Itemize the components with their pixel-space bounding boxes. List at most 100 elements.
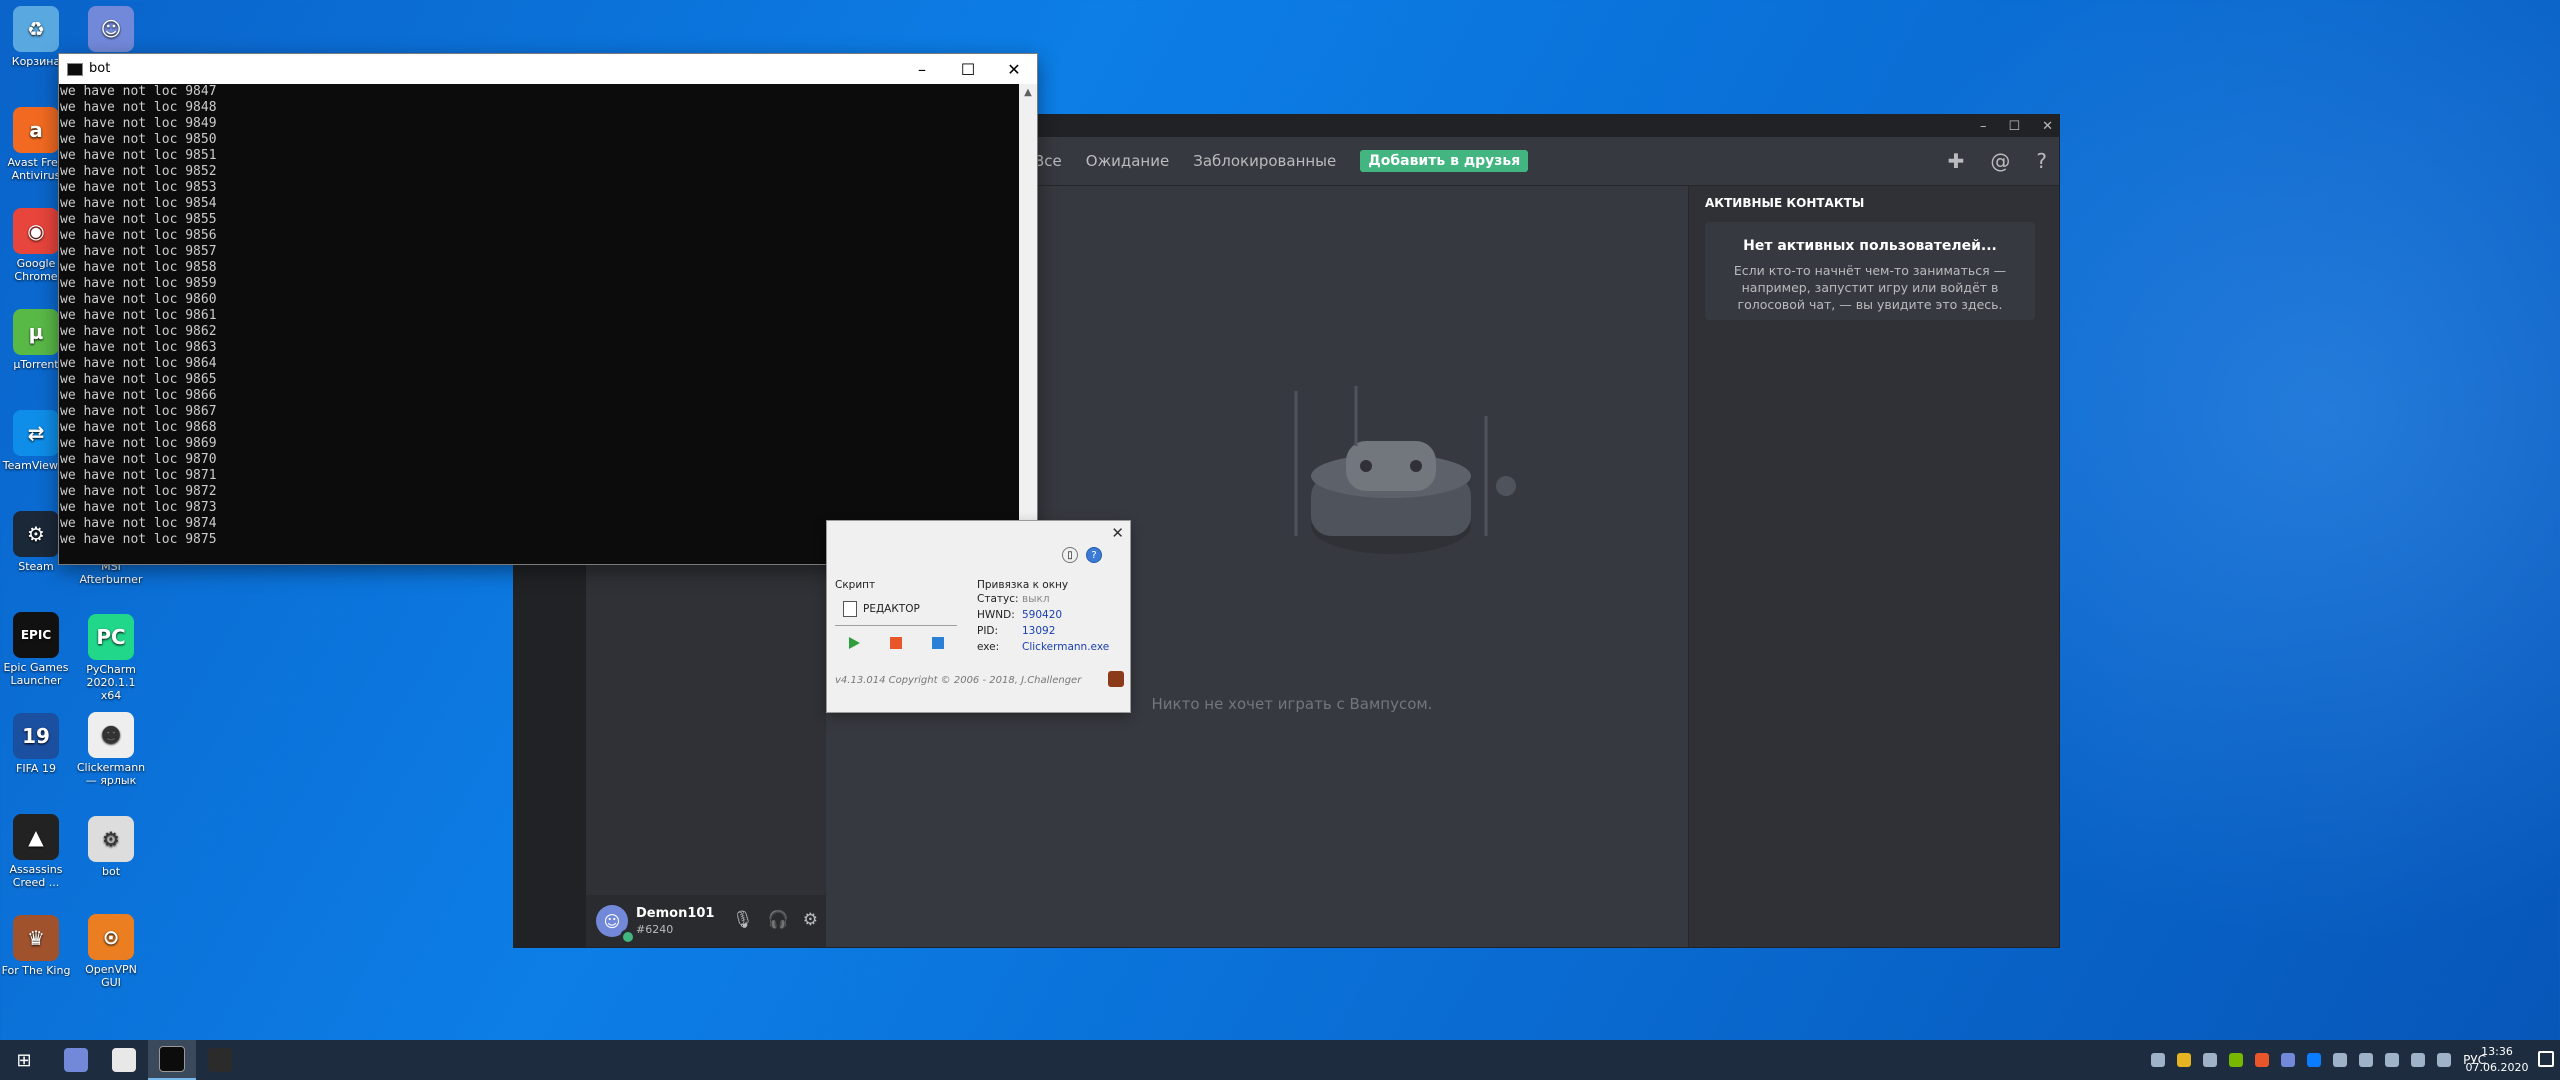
clock[interactable]: 13:36 07.06.2020 xyxy=(2462,1044,2532,1076)
network-icon[interactable] xyxy=(2359,1053,2374,1067)
app-icon: ⚙ xyxy=(13,511,59,557)
desktop-icon-label: Clickermann — ярлык xyxy=(76,761,146,787)
help-icon[interactable]: ? xyxy=(1086,547,1102,563)
windows-start-icon[interactable]: ⊞ xyxy=(0,1040,48,1080)
desktop-icon[interactable]: 19 FIFA 19 xyxy=(1,713,71,775)
console-line: we have not loc 9873 xyxy=(60,500,217,515)
discord-tray-icon[interactable] xyxy=(2281,1053,2296,1067)
nvidia-icon[interactable] xyxy=(2229,1053,2244,1067)
desktop-icon-label: Assassins Creed ... xyxy=(9,863,63,889)
editor-button[interactable]: РЕДАКТОР xyxy=(835,601,965,617)
taskbar-app-console[interactable] xyxy=(148,1040,196,1080)
system-tray: РУС xyxy=(2151,1040,2486,1080)
bluetooth-icon[interactable] xyxy=(2307,1053,2322,1067)
taskbar-app-clickermann[interactable] xyxy=(100,1040,148,1080)
mentions-icon[interactable]: @ xyxy=(1990,149,2010,173)
tray-icon-3[interactable] xyxy=(2203,1053,2218,1067)
microphone-icon[interactable] xyxy=(2411,1053,2426,1067)
active-contacts-panel: АКТИВНЫЕ КОНТАКТЫ Нет активных пользоват… xyxy=(1688,186,2059,947)
close-icon[interactable]: ✕ xyxy=(1111,524,1124,542)
active-contacts-title: АКТИВНЫЕ КОНТАКТЫ xyxy=(1705,196,1865,210)
help-icon[interactable]: ? xyxy=(2036,149,2047,173)
notifications-icon[interactable] xyxy=(2538,1051,2554,1067)
desktop-icon-label: Epic Games Launcher xyxy=(3,661,69,687)
console-line: we have not loc 9864 xyxy=(60,356,217,371)
console-output[interactable]: we have not loc 9847 we have not loc 9848… xyxy=(59,84,1019,564)
bot-icon[interactable] xyxy=(1108,671,1124,687)
minimize-icon[interactable]: – xyxy=(899,54,945,84)
console-line: we have not loc 9871 xyxy=(60,468,217,483)
app-icon: ⊙ xyxy=(88,914,134,960)
tray-icon-1[interactable] xyxy=(2151,1053,2166,1067)
desktop-icon[interactable]: ⚙ bot xyxy=(76,816,146,878)
add-friend-button[interactable]: Добавить в друзья xyxy=(1360,150,1529,172)
console-line: we have not loc 9850 xyxy=(60,132,217,147)
console-line: we have not loc 9862 xyxy=(60,324,217,339)
version-footer: v4.13.014 Copyright © 2006 - 2018, J.Cha… xyxy=(835,675,1082,686)
desktop-icon-label: FIFA 19 xyxy=(16,762,56,775)
new-group-dm-icon[interactable]: ✚ xyxy=(1948,149,1965,173)
minimize-icon[interactable]: – xyxy=(1980,119,1987,134)
tray-icon-5[interactable] xyxy=(2255,1053,2270,1067)
desktop-icon[interactable]: ♛ For The King xyxy=(1,915,71,977)
keyboard-icon[interactable] xyxy=(2437,1053,2452,1067)
desktop-icon[interactable]: PC PyCharm 2020.1.1 x64 xyxy=(76,614,146,702)
record-icon[interactable] xyxy=(889,636,903,650)
desktop-icon-label: PyCharm 2020.1.1 x64 xyxy=(86,663,136,702)
play-icon[interactable] xyxy=(847,636,861,650)
desktop-icon-label: OpenVPN GUI xyxy=(85,963,137,989)
console-line: we have not loc 9870 xyxy=(60,452,217,467)
clickermann-window: ✕ ▯ ? Скрипт РЕДАКТОР Привязка к окну Ст… xyxy=(827,521,1130,712)
page-icon xyxy=(843,601,857,617)
tray-icon-8[interactable] xyxy=(2333,1053,2348,1067)
console-icon xyxy=(159,1046,185,1072)
discord-icon xyxy=(64,1048,88,1072)
mouse-icon[interactable]: ▯ xyxy=(1062,547,1078,563)
close-icon[interactable]: ✕ xyxy=(2042,119,2053,134)
taskbar-app-pycharm[interactable] xyxy=(196,1040,244,1080)
close-icon[interactable]: ✕ xyxy=(991,54,1037,84)
taskbar-app-discord[interactable] xyxy=(52,1040,100,1080)
console-line: we have not loc 9860 xyxy=(60,292,217,307)
console-line: we have not loc 9849 xyxy=(60,116,217,131)
window-binding-panel: Привязка к окну Статус: выкл HWND: 590420 … xyxy=(977,579,1122,655)
console-window-controls: – ☐ ✕ xyxy=(899,54,1037,84)
exe-key: exe: xyxy=(977,641,1000,653)
stop-icon[interactable] xyxy=(931,636,945,650)
tab-pending[interactable]: Ожидание xyxy=(1086,152,1169,170)
microphone-icon[interactable]: 🎙 xyxy=(732,910,754,930)
tray-icon-2[interactable] xyxy=(2177,1053,2192,1067)
app-icon: ▲ xyxy=(13,814,59,860)
console-icon xyxy=(67,63,83,76)
desktop-icon[interactable]: ▲ Assassins Creed ... xyxy=(1,814,71,889)
desktop-icon[interactable]: ⊙ OpenVPN GUI xyxy=(76,914,146,989)
hwnd-value: 590420 xyxy=(1022,609,1063,621)
desktop-icon[interactable]: EPIC Epic Games Launcher xyxy=(1,612,71,687)
tab-blocked[interactable]: Заблокированные xyxy=(1193,152,1336,170)
tab-all[interactable]: Все xyxy=(1034,152,1062,170)
app-icon: ♛ xyxy=(13,915,59,961)
exe-value: Clickermann.exe xyxy=(1022,641,1110,653)
maximize-icon[interactable]: ☐ xyxy=(945,54,991,84)
desktop-icon-label: For The King xyxy=(1,964,71,977)
headphones-icon[interactable]: 🎧 xyxy=(768,910,789,930)
exe-row: exe: Clickermann.exe xyxy=(977,639,1122,655)
script-controls xyxy=(835,636,965,650)
taskbar: ⊞ РУС 13:36 07.06.2020 xyxy=(0,1040,2560,1080)
maximize-icon[interactable]: ☐ xyxy=(2008,119,2020,134)
gear-icon[interactable]: ⚙ xyxy=(803,910,818,930)
console-line: we have not loc 9869 xyxy=(60,436,217,451)
console-line: we have not loc 9847 xyxy=(60,84,217,99)
desktop-icon[interactable]: ☻ Clickermann — ярлык xyxy=(76,712,146,787)
console-line: we have not loc 9851 xyxy=(60,148,217,163)
console-line: we have not loc 9861 xyxy=(60,308,217,323)
volume-icon[interactable] xyxy=(2385,1053,2400,1067)
console-titlebar: bot – ☐ ✕ xyxy=(59,54,1037,84)
console-scrollbar[interactable]: ▲ ▼ xyxy=(1019,84,1037,564)
pid-row: PID: 13092 xyxy=(977,623,1122,639)
console-line: we have not loc 9852 xyxy=(60,164,217,179)
hwnd-key: HWND: xyxy=(977,609,1015,621)
active-contacts-empty-card: Нет активных пользователей... Если кто-т… xyxy=(1705,222,2035,320)
user-tag: #6240 xyxy=(636,923,674,936)
scroll-up-icon[interactable]: ▲ xyxy=(1019,84,1037,101)
